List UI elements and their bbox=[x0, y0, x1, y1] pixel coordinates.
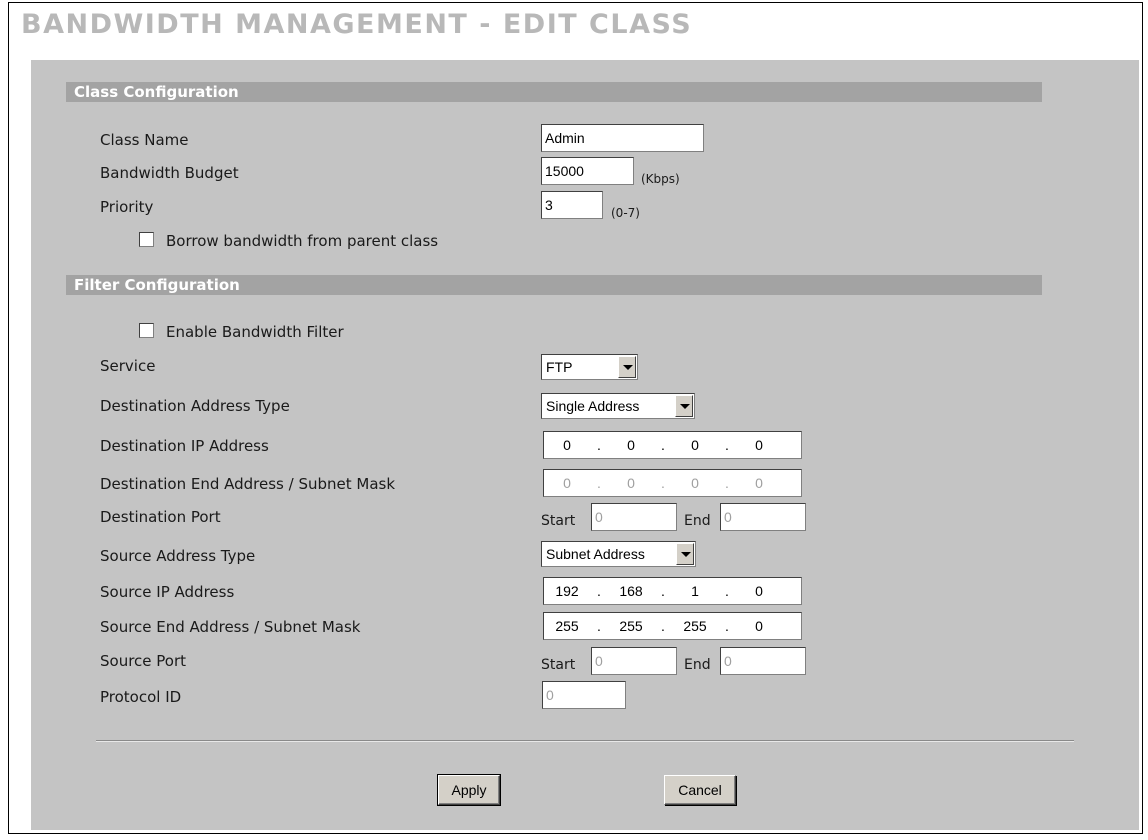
src-address-type-value: Subnet Address bbox=[546, 546, 645, 562]
src-ip-octet-3[interactable]: 1 bbox=[672, 583, 718, 599]
dest-end-octet-4[interactable]: 0 bbox=[736, 475, 782, 491]
chevron-down-icon[interactable] bbox=[676, 543, 694, 565]
chevron-down-icon[interactable] bbox=[675, 395, 693, 417]
src-ip-octet-1[interactable]: 192 bbox=[544, 583, 590, 599]
dest-address-type-select[interactable]: Single Address bbox=[541, 393, 695, 419]
class-name-input[interactable]: Admin bbox=[541, 124, 704, 152]
src-port-label: Source Port bbox=[100, 652, 187, 670]
src-end-octet-3[interactable]: 255 bbox=[672, 618, 718, 634]
src-port-start-label: Start bbox=[541, 657, 576, 673]
src-ip-octet-4[interactable]: 0 bbox=[736, 583, 782, 599]
src-port-start-input[interactable]: 0 bbox=[591, 647, 677, 675]
src-address-type-select[interactable]: Subnet Address bbox=[541, 541, 696, 567]
dest-port-end-label: End bbox=[684, 513, 711, 529]
dest-ip-input[interactable]: 0. 0. 0. 0 bbox=[543, 431, 802, 459]
src-ip-label: Source IP Address bbox=[100, 583, 235, 601]
protocol-id-input[interactable]: 0 bbox=[542, 681, 626, 709]
apply-button[interactable]: Apply bbox=[437, 774, 501, 806]
dest-end-octet-2[interactable]: 0 bbox=[608, 475, 654, 491]
dest-address-type-value: Single Address bbox=[546, 398, 640, 414]
src-end-octet-4[interactable]: 0 bbox=[736, 618, 782, 634]
dest-ip-octet-2[interactable]: 0 bbox=[608, 437, 654, 453]
service-label: Service bbox=[100, 357, 156, 375]
src-end-octet-1[interactable]: 255 bbox=[544, 618, 590, 634]
dest-port-start-label: Start bbox=[541, 513, 576, 529]
dest-port-label: Destination Port bbox=[100, 508, 221, 526]
dest-ip-octet-4[interactable]: 0 bbox=[736, 437, 782, 453]
dest-port-end-input[interactable]: 0 bbox=[720, 503, 806, 531]
src-address-type-label: Source Address Type bbox=[100, 547, 256, 565]
src-port-end-label: End bbox=[684, 657, 711, 673]
src-end-octet-2[interactable]: 255 bbox=[608, 618, 654, 634]
enable-filter-label: Enable Bandwidth Filter bbox=[166, 323, 344, 341]
dest-end-label: Destination End Address / Subnet Mask bbox=[100, 475, 396, 493]
src-ip-input[interactable]: 192. 168. 1. 0 bbox=[543, 577, 802, 605]
src-ip-octet-2[interactable]: 168 bbox=[608, 583, 654, 599]
page-title: BANDWIDTH MANAGEMENT - EDIT CLASS bbox=[21, 9, 693, 40]
dest-ip-octet-3[interactable]: 0 bbox=[672, 437, 718, 453]
src-end-label: Source End Address / Subnet Mask bbox=[100, 618, 361, 636]
service-select[interactable]: FTP bbox=[541, 354, 638, 380]
dest-ip-label: Destination IP Address bbox=[100, 437, 269, 455]
priority-label: Priority bbox=[100, 198, 154, 216]
dest-address-type-label: Destination Address Type bbox=[100, 397, 290, 415]
dest-port-start-input[interactable]: 0 bbox=[591, 503, 677, 531]
chevron-down-icon[interactable] bbox=[618, 356, 636, 378]
dest-end-octet-3[interactable]: 0 bbox=[672, 475, 718, 491]
dest-ip-octet-1[interactable]: 0 bbox=[544, 437, 590, 453]
service-select-value: FTP bbox=[546, 359, 573, 375]
borrow-bandwidth-checkbox[interactable] bbox=[139, 232, 154, 247]
bandwidth-budget-label: Bandwidth Budget bbox=[100, 164, 239, 182]
divider bbox=[96, 740, 1074, 742]
class-config-header: Class Configuration bbox=[66, 82, 1042, 102]
enable-filter-checkbox[interactable] bbox=[139, 323, 154, 338]
src-port-end-input[interactable]: 0 bbox=[720, 647, 806, 675]
priority-input[interactable]: 3 bbox=[541, 191, 603, 219]
filter-config-header: Filter Configuration bbox=[66, 275, 1042, 295]
priority-range: (0-7) bbox=[611, 206, 640, 220]
bandwidth-budget-input[interactable]: 15000 bbox=[541, 157, 634, 185]
class-name-label: Class Name bbox=[100, 131, 189, 149]
dest-end-input[interactable]: 0. 0. 0. 0 bbox=[543, 469, 802, 497]
src-end-input[interactable]: 255. 255. 255. 0 bbox=[543, 612, 802, 640]
bandwidth-budget-unit: (Kbps) bbox=[641, 172, 680, 186]
borrow-bandwidth-label: Borrow bandwidth from parent class bbox=[166, 232, 439, 250]
protocol-id-label: Protocol ID bbox=[100, 688, 182, 706]
cancel-button[interactable]: Cancel bbox=[664, 775, 736, 805]
dest-end-octet-1[interactable]: 0 bbox=[544, 475, 590, 491]
